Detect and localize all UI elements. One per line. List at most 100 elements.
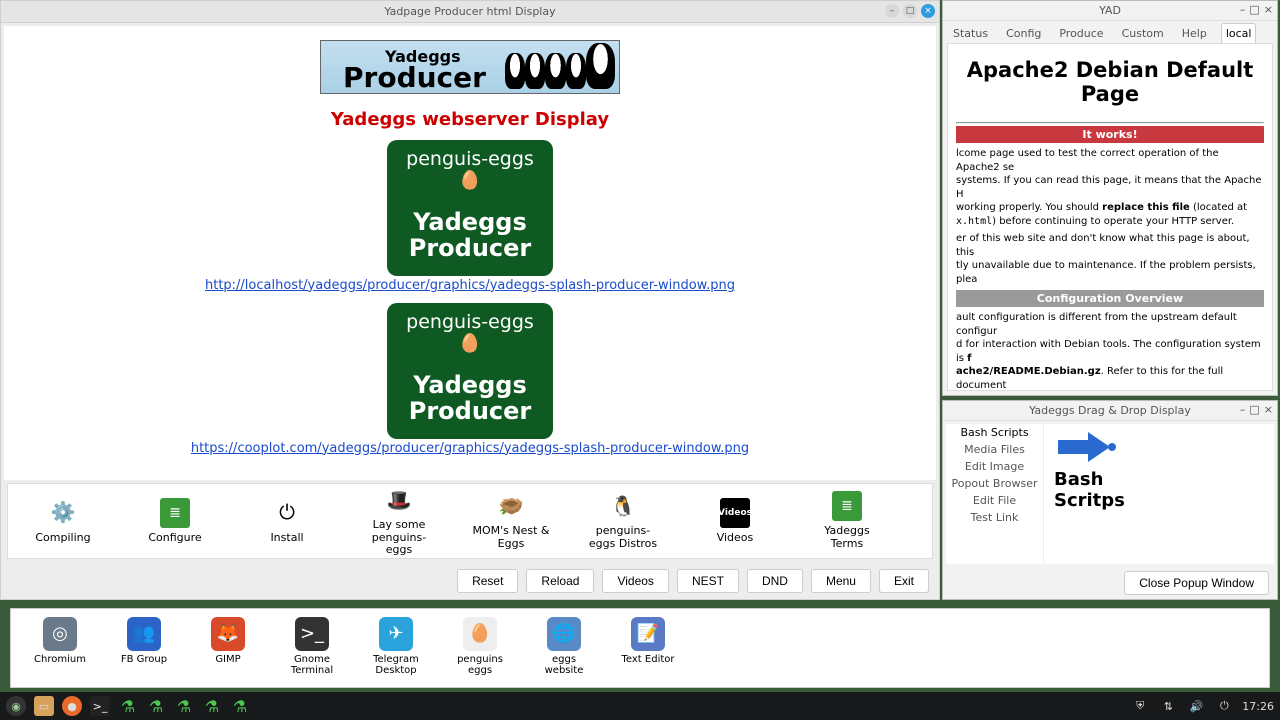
close-button[interactable]: × (921, 4, 935, 18)
terminal-icon[interactable]: >_ (90, 696, 110, 716)
reload-button[interactable]: Reload (526, 569, 594, 593)
tool-compiling[interactable]: ⚙️Compiling (24, 498, 102, 545)
minimize-button[interactable]: – (1240, 403, 1246, 416)
yad-title: YAD (1099, 4, 1121, 17)
videos-button[interactable]: Videos (602, 569, 668, 593)
dnd-item-test-link[interactable]: Test Link (946, 509, 1043, 526)
maximize-button[interactable]: □ (903, 4, 917, 18)
launcher-label: Text Editor (622, 654, 675, 665)
exit-button[interactable]: Exit (879, 569, 929, 593)
dnd-item-media-files[interactable]: Media Files (946, 441, 1043, 458)
dnd-title: Yadeggs Drag & Drop Display (1029, 404, 1191, 417)
launcher-icon: 📝 (631, 617, 665, 651)
tab-produce[interactable]: Produce (1055, 24, 1107, 43)
reset-button[interactable]: Reset (457, 569, 518, 593)
launcher-gnome-terminal[interactable]: >_Gnome Terminal (283, 617, 341, 676)
toolbar: ⚙️Compiling ≣Configure ⏻Install 🎩Lay some p… (7, 483, 933, 559)
main-titlebar: Yadpage Producer html Display – □ × (1, 1, 939, 23)
dnd-item-edit-file[interactable]: Edit File (946, 492, 1043, 509)
tool-label: Install (270, 532, 303, 545)
app-icon[interactable]: ⚗ (146, 696, 166, 716)
close-button[interactable]: × (1264, 3, 1273, 16)
page-subtitle: Yadeggs webserver Display (4, 109, 936, 130)
app-icon[interactable]: ⚗ (202, 696, 222, 716)
tile-line3: Yadeggs Producer (391, 209, 549, 262)
dnd-item-edit-image[interactable]: Edit Image (946, 458, 1043, 475)
app-icon[interactable]: ⚗ (230, 696, 250, 716)
tab-custom[interactable]: Custom (1118, 24, 1168, 43)
tool-configure[interactable]: ≣Configure (136, 498, 214, 545)
maximize-button[interactable]: □ (1249, 3, 1259, 16)
launcher-fb-group[interactable]: 👥FB Group (115, 617, 173, 665)
tool-yadeggs-terms[interactable]: ≣Yadeggs Terms (808, 491, 886, 550)
clock[interactable]: 17:26 (1242, 700, 1274, 713)
network-icon[interactable]: ⇅ (1158, 696, 1178, 716)
tool-install[interactable]: ⏻Install (248, 498, 326, 545)
apache-text: ault configuration is different from the… (956, 311, 1264, 391)
tab-local[interactable]: local (1221, 23, 1257, 43)
apache-text: er of this web site and don't know what … (956, 232, 1264, 286)
dnd-item-popout-browser[interactable]: Popout Browser (946, 475, 1043, 492)
launcher-label: FB Group (121, 654, 167, 665)
tab-config[interactable]: Config (1002, 24, 1045, 43)
tool-icon: 🪹 (496, 491, 526, 521)
close-popup-button[interactable]: Close Popup Window (1124, 571, 1269, 595)
app-icon[interactable]: ⚗ (118, 696, 138, 716)
tile-line3: Yadeggs Producer (391, 372, 549, 425)
maximize-button[interactable]: □ (1249, 403, 1259, 416)
tool-icon: Videos (720, 498, 750, 528)
launcher-telegram-desktop[interactable]: ✈Telegram Desktop (367, 617, 425, 676)
dnd-item-bash-scripts[interactable]: Bash Scripts (946, 424, 1043, 441)
link-cooplot[interactable]: https://cooplot.com/yadeggs/producer/gra… (191, 441, 749, 456)
tool-videos[interactable]: Videos Videos (696, 498, 774, 545)
banner-line2: Producer (343, 61, 486, 94)
main-window: Yadpage Producer html Display – □ × Yade… (0, 0, 940, 600)
tool-label: Compiling (35, 532, 90, 545)
splash-tile-1: penguis-eggs 🥚 Yadeggs Producer (387, 140, 553, 276)
taskbar: ◉ ▭ ● >_ ⚗ ⚗ ⚗ ⚗ ⚗ ⛨ ⇅ 🔊 ⏻ 17:26 (0, 692, 1280, 720)
splash-tile-2: penguis-eggs 🥚 Yadeggs Producer (387, 303, 553, 439)
launcher-icon: 🦊 (211, 617, 245, 651)
minimize-button[interactable]: – (1240, 3, 1246, 16)
launcher-label: Chromium (34, 654, 86, 665)
volume-icon[interactable]: 🔊 (1186, 696, 1206, 716)
launcher-eggs-website[interactable]: 🌐eggs website (535, 617, 593, 676)
tab-help[interactable]: Help (1178, 24, 1211, 43)
dnd-button[interactable]: DND (747, 569, 803, 593)
tool-penguins-eggs-distros[interactable]: 🐧penguins-eggs Distros (584, 491, 662, 550)
launcher-chromium[interactable]: ◎Chromium (31, 617, 89, 665)
banner: Yadeggs Producer (320, 40, 620, 94)
tab-status[interactable]: Status (949, 24, 992, 43)
close-button[interactable]: × (1264, 403, 1273, 416)
tool-label: MOM's Nest & Eggs (472, 525, 550, 550)
shield-icon[interactable]: ⛨ (1130, 696, 1150, 716)
launcher-gimp[interactable]: 🦊GIMP (199, 617, 257, 665)
nest-button[interactable]: NEST (677, 569, 739, 593)
power-icon[interactable]: ⏻ (1214, 696, 1234, 716)
tool-lay-some-penguins-eggs[interactable]: 🎩Lay some penguins-eggs (360, 485, 438, 557)
firefox-icon[interactable]: ● (62, 696, 82, 716)
menu-button[interactable]: Menu (811, 569, 871, 593)
tool-label: Yadeggs Terms (808, 525, 886, 550)
tool-label: Videos (717, 532, 754, 545)
tool-label: penguins-eggs Distros (584, 525, 662, 550)
minimize-button[interactable]: – (885, 4, 899, 18)
apache-text: lcome page used to test the correct oper… (956, 147, 1264, 228)
dnd-window: Yadeggs Drag & Drop Display – □ × Bash S… (942, 400, 1278, 600)
tool-mom-s-nest-eggs[interactable]: 🪹 MOM's Nest & Eggs (472, 491, 550, 550)
dnd-content: Bash Scritps (1044, 424, 1274, 564)
link-localhost[interactable]: http://localhost/yadeggs/producer/graphi… (205, 278, 735, 293)
launcher-icon: 🥚 (463, 617, 497, 651)
system-tray: ⛨ ⇅ 🔊 ⏻ 17:26 (1130, 696, 1274, 716)
config-overview-bar: Configuration Overview (956, 290, 1264, 307)
menu-button[interactable]: ◉ (6, 696, 26, 716)
main-title: Yadpage Producer html Display (384, 5, 555, 18)
launcher-label: eggs website (535, 654, 593, 676)
tile-egg-icon: 🥚 (391, 170, 549, 191)
launcher-penguins-eggs[interactable]: 🥚penguins eggs (451, 617, 509, 676)
launcher-text-editor[interactable]: 📝 Text Editor (619, 617, 677, 665)
launcher-icon: >_ (295, 617, 329, 651)
launcher-icon: ✈ (379, 617, 413, 651)
files-icon[interactable]: ▭ (34, 696, 54, 716)
app-icon[interactable]: ⚗ (174, 696, 194, 716)
